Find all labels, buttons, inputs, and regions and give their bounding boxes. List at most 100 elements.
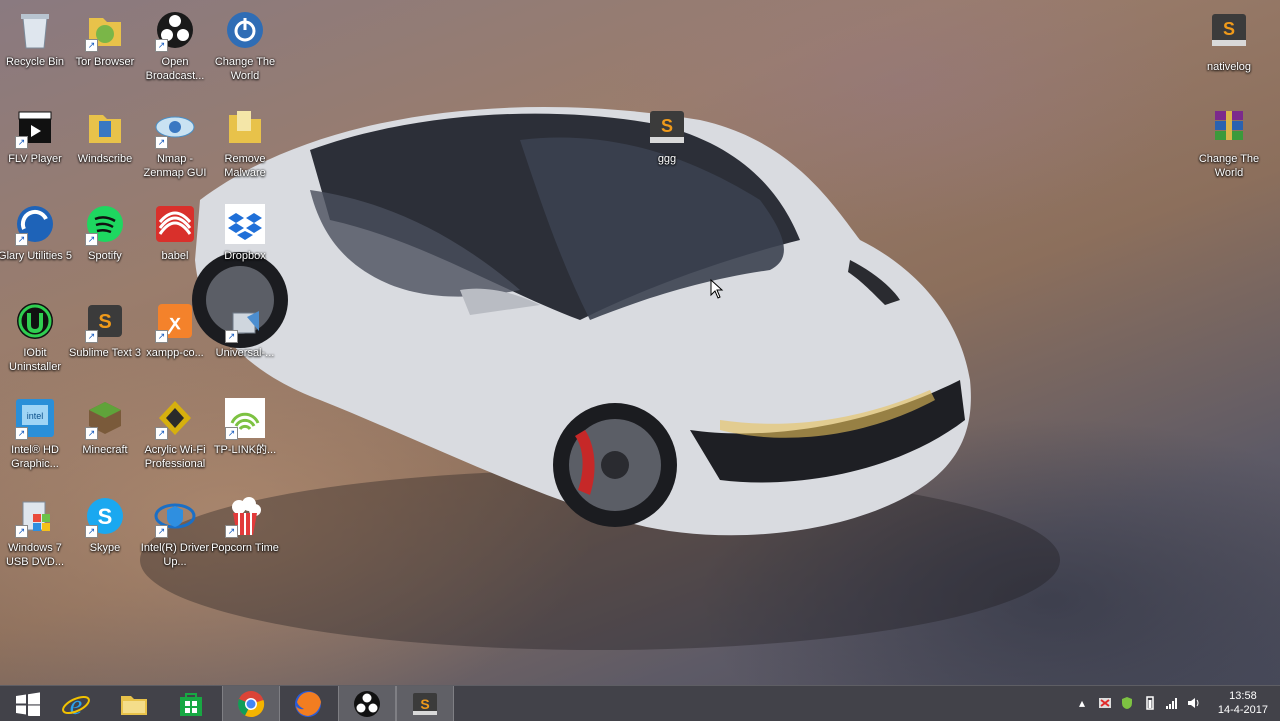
icon-label: Universal-... [215, 347, 275, 359]
desktop-icon-babel[interactable]: babel [138, 202, 212, 263]
icon-label: Recycle Bin [5, 56, 65, 68]
desktop-icon-intel-driver-update[interactable]: ↗ Intel(R) Driver Up... [138, 494, 212, 569]
desktop-icon-flv-player[interactable]: ↗ FLV Player [0, 105, 72, 166]
taskbar-obs[interactable] [338, 686, 396, 721]
taskbar: e S ▴ 13:58 14-4-2017 [0, 685, 1280, 721]
taskbar-store[interactable] [163, 686, 219, 721]
usb-icon: ↗ [223, 299, 267, 343]
sublime-file-icon: S [645, 105, 689, 149]
intel-graphics-icon: intel ↗ [13, 396, 57, 440]
desktop-icon-xampp[interactable]: ꭗ ↗ xampp-co... [138, 299, 212, 360]
desktop-icon-dropbox[interactable]: Dropbox [208, 202, 282, 263]
shortcut-arrow-icon: ↗ [225, 525, 238, 538]
shortcut-arrow-icon: ↗ [155, 525, 168, 538]
svg-text:S: S [1223, 19, 1235, 39]
icon-label: Windscribe [77, 153, 133, 165]
iobit-icon [13, 299, 57, 343]
tray-network-shield-icon[interactable] [1120, 696, 1134, 710]
icon-label: Change The World [214, 56, 276, 82]
desktop-icon-change-the-world[interactable]: Change The World [208, 8, 282, 83]
shortcut-arrow-icon: ↗ [85, 427, 98, 440]
sublime-icon: S ↗ [83, 299, 127, 343]
babel-icon [153, 202, 197, 246]
svg-text:intel: intel [27, 411, 44, 421]
skype-icon: S ↗ [83, 494, 127, 538]
icon-label: Open Broadcast... [145, 56, 205, 82]
shortcut-arrow-icon: ↗ [155, 136, 168, 149]
icon-label: nativelog [1206, 61, 1252, 73]
desktop-icon-windows7-usb[interactable]: ↗ Windows 7 USB DVD... [0, 494, 72, 569]
icon-label: Sublime Text 3 [69, 347, 141, 359]
desktop-icon-sublime-text[interactable]: S ↗ Sublime Text 3 [68, 299, 142, 360]
icon-label: TP-LINK的... [213, 444, 277, 456]
desktop-icon-recycle-bin[interactable]: Recycle Bin [0, 8, 72, 69]
desktop-icon-obs[interactable]: ↗ Open Broadcast... [138, 8, 212, 83]
icon-label: Intel® HD Graphic... [11, 444, 59, 470]
desktop-icon-acrylic-wifi[interactable]: ↗ Acrylic Wi-Fi Professional [138, 396, 212, 471]
dropbox-icon [223, 202, 267, 246]
tray-security-icon[interactable] [1098, 696, 1112, 710]
svg-text:S: S [661, 116, 673, 136]
desktop-icon-universal-usb[interactable]: ↗ Universal-... [208, 299, 282, 360]
icon-label: babel [161, 250, 189, 262]
eye-icon: ↗ [153, 105, 197, 149]
icon-label: FLV Player [8, 153, 62, 165]
shortcut-arrow-icon: ↗ [15, 136, 28, 149]
shortcut-arrow-icon: ↗ [155, 427, 168, 440]
popcorn-icon: ↗ [223, 494, 267, 538]
folder-icon [83, 105, 127, 149]
minecraft-icon: ↗ [83, 396, 127, 440]
desktop-icon-iobit-uninstaller[interactable]: IObit Uninstaller [0, 299, 72, 374]
taskbar-file-explorer[interactable] [106, 686, 162, 721]
desktop-icon-intel-hd-graphics[interactable]: intel ↗ Intel® HD Graphic... [0, 396, 72, 471]
tplink-wifi-icon: ↗ [223, 396, 267, 440]
desktop-icon-popcorn-time[interactable]: ↗ Popcorn Time [208, 494, 282, 555]
taskbar-clock[interactable]: 13:58 14-4-2017 [1218, 689, 1268, 717]
clock-date: 14-4-2017 [1217, 704, 1268, 716]
taskbar-sublime[interactable]: S [396, 686, 454, 721]
icon-label: Glary Utilities 5 [0, 250, 72, 262]
icon-label: Change The World [1198, 153, 1260, 179]
svg-text:S: S [98, 504, 113, 529]
taskbar-internet-explorer[interactable]: e [48, 686, 104, 721]
shortcut-arrow-icon: ↗ [85, 330, 98, 343]
desktop-icon-nmap[interactable]: ↗ Nmap - Zenmap GUI [138, 105, 212, 180]
xampp-icon: ꭗ ↗ [153, 299, 197, 343]
desktop-icon-glary-utilities[interactable]: ↗ Glary Utilities 5 [0, 202, 72, 263]
desktop-icon-remove-malware[interactable]: Remove Malware [208, 105, 282, 180]
clapperboard-icon: ↗ [13, 105, 57, 149]
icon-label: Windows 7 USB DVD... [5, 542, 65, 568]
glary-icon: ↗ [13, 202, 57, 246]
chevron-up-icon: ▴ [1078, 696, 1086, 710]
tray-signal-icon[interactable] [1165, 696, 1179, 710]
tray-expand-button[interactable]: ▴ [1075, 696, 1089, 710]
taskbar-chrome[interactable] [222, 686, 280, 721]
desktop-icon-spotify[interactable]: ↗ Spotify [68, 202, 142, 263]
desktop-icon-windscribe[interactable]: Windscribe [68, 105, 142, 166]
taskbar-firefox[interactable] [280, 686, 336, 721]
tray-battery-icon[interactable] [1143, 696, 1157, 710]
svg-text:S: S [98, 311, 111, 333]
desktop-icon-ggg[interactable]: S ggg [630, 105, 704, 166]
shortcut-arrow-icon: ↗ [15, 525, 28, 538]
desktop-icon-tor-browser[interactable]: ↗ Tor Browser [68, 8, 142, 69]
mouse-cursor-icon [710, 279, 724, 299]
shortcut-arrow-icon: ↗ [85, 525, 98, 538]
tor-browser-icon: ↗ [83, 8, 127, 52]
desktop-icon-change-the-world-rar[interactable]: Change The World [1192, 105, 1266, 180]
firefox-icon [295, 690, 321, 717]
icon-label: Minecraft [82, 444, 128, 456]
folder-icon [223, 105, 267, 149]
winrar-icon [1207, 105, 1251, 149]
shortcut-arrow-icon: ↗ [85, 233, 98, 246]
desktop-icon-minecraft[interactable]: ↗ Minecraft [68, 396, 142, 457]
desktop-icon-tplink[interactable]: ↗ TP-LINK的... [208, 396, 282, 457]
desktop-icon-skype[interactable]: S ↗ Skype [68, 494, 142, 555]
obs-icon [354, 690, 380, 717]
icon-label: Nmap - Zenmap GUI [143, 153, 207, 179]
acrylic-wifi-icon: ↗ [153, 396, 197, 440]
desktop-icon-nativelog[interactable]: S nativelog [1192, 8, 1266, 74]
tray-volume-icon[interactable] [1187, 696, 1201, 710]
icon-label: Popcorn Time [211, 542, 279, 554]
icon-label: Skype [89, 542, 121, 554]
